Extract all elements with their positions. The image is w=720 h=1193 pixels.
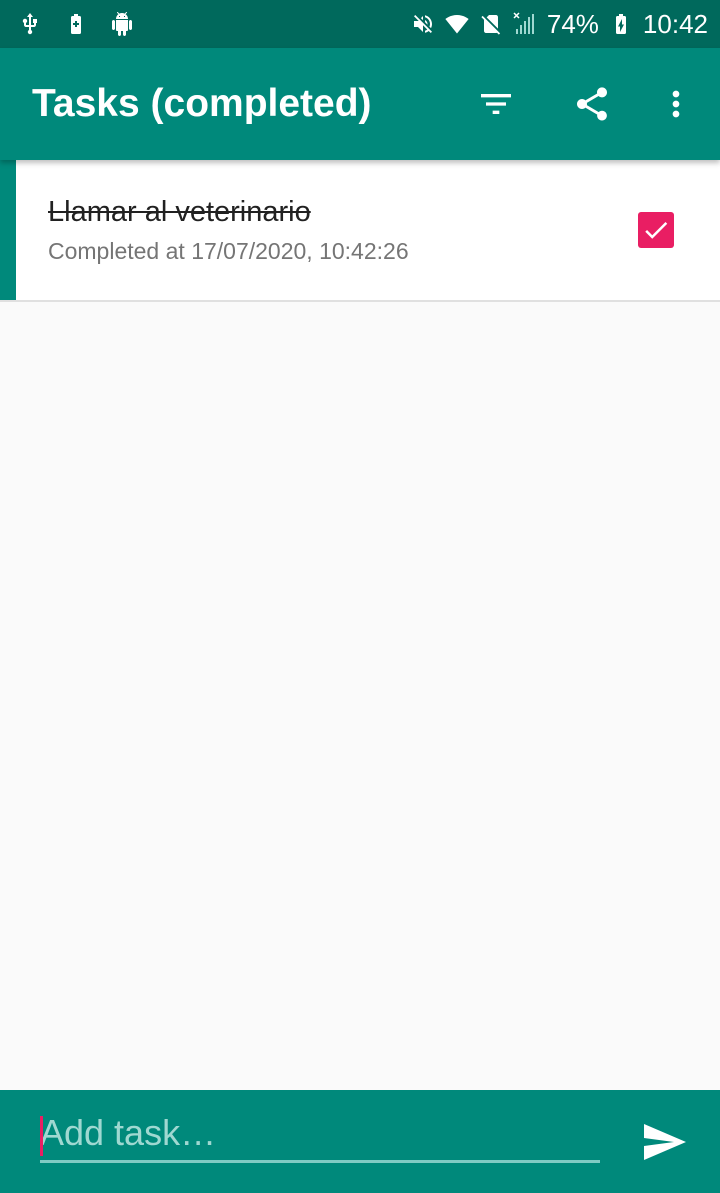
signal-icon: [513, 12, 534, 34]
android-debug-icon: [112, 12, 132, 36]
more-vert-icon: [672, 90, 680, 118]
add-task-input[interactable]: [40, 1106, 600, 1163]
mute-icon: [413, 15, 432, 33]
share-icon: [577, 87, 607, 121]
page-title: Tasks (completed): [32, 82, 372, 125]
status-right-icons: 74% 10:42: [411, 0, 708, 48]
battery-saver-icon: [71, 14, 81, 34]
send-button[interactable]: [636, 1114, 692, 1170]
send-icon: [644, 1124, 686, 1160]
filter-button[interactable]: [468, 76, 524, 132]
wifi-icon: [445, 15, 469, 34]
task-accent-bar: [0, 160, 16, 300]
status-left-icons: [18, 0, 134, 48]
text-caret: [40, 1116, 43, 1156]
usb-icon: [22, 13, 37, 35]
task-list: Llamar al veterinario Completed at 17/07…: [0, 160, 720, 302]
more-options-button[interactable]: [648, 76, 704, 132]
task-title: Llamar al veterinario: [48, 196, 311, 228]
status-bar: 74% 10:42: [0, 0, 720, 48]
task-checkbox[interactable]: [638, 212, 674, 248]
list-item[interactable]: Llamar al veterinario Completed at 17/07…: [0, 160, 720, 302]
check-icon: [645, 221, 668, 239]
battery-charging-icon: [615, 14, 626, 34]
share-button[interactable]: [564, 76, 620, 132]
filter-icon: [481, 94, 511, 114]
no-sim-icon: [481, 15, 500, 35]
battery-percent: 74%: [546, 8, 599, 39]
add-task-bar: [0, 1090, 720, 1193]
app-bar: Tasks (completed): [0, 48, 720, 160]
clock: 10:42: [642, 8, 708, 39]
task-completed-date: Completed at 17/07/2020, 10:42:26: [48, 238, 409, 264]
